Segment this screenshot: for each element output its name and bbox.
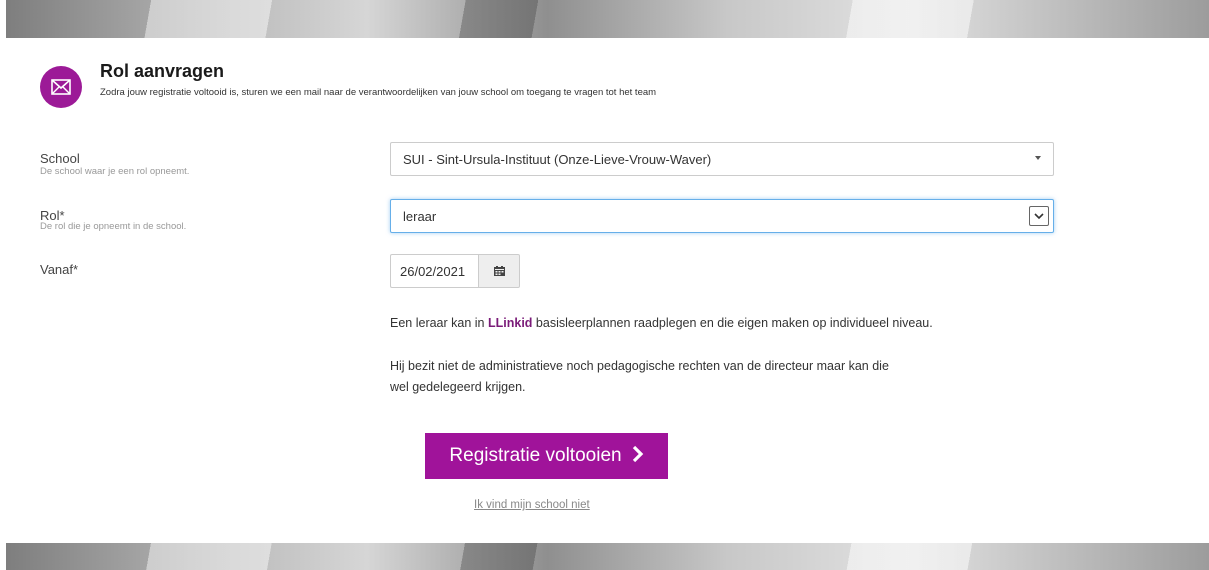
- chevron-right-icon: [632, 443, 644, 469]
- date-value: 26/02/2021: [400, 263, 466, 279]
- complete-registration-label: Registratie voltooien: [449, 445, 622, 466]
- background-image-top: [6, 0, 1209, 38]
- page-subtitle: Zodra jouw registratie voltooid is, stur…: [100, 87, 657, 98]
- calendar-button[interactable]: [478, 254, 520, 288]
- date-input[interactable]: 26/02/2021: [390, 254, 478, 288]
- rol-select-value: leraar: [403, 208, 437, 224]
- llinkid-text: LLinkid: [487, 316, 533, 330]
- school-select[interactable]: SUI - Sint-Ursula-Instituut (Onze-Lieve-…: [390, 142, 1054, 176]
- rol-hint: De rol die je opneemt in de school.: [40, 221, 187, 232]
- complete-registration-button[interactable]: Registratie voltooien: [425, 433, 668, 479]
- caret-down-icon: [1035, 156, 1041, 160]
- school-not-found-link[interactable]: Ik vind mijn school niet: [474, 499, 590, 511]
- envelope-icon: [40, 66, 82, 108]
- role-description: Een leraar kan in LLinkid basisleerplann…: [390, 316, 933, 330]
- rol-select[interactable]: leraar: [390, 199, 1054, 233]
- school-label: School: [40, 151, 80, 166]
- role-rights-note: Hij bezit niet de administratieve noch p…: [390, 359, 889, 394]
- background-image-bottom: [6, 543, 1209, 570]
- school-select-value: SUI - Sint-Ursula-Instituut (Onze-Lieve-…: [403, 151, 712, 167]
- calendar-icon: [493, 266, 505, 276]
- chevron-down-icon[interactable]: [1029, 206, 1049, 226]
- school-hint: De school waar je een rol opneemt.: [40, 166, 190, 177]
- vanaf-label: Vanaf*: [40, 262, 79, 277]
- page-title: Rol aanvragen: [100, 61, 225, 81]
